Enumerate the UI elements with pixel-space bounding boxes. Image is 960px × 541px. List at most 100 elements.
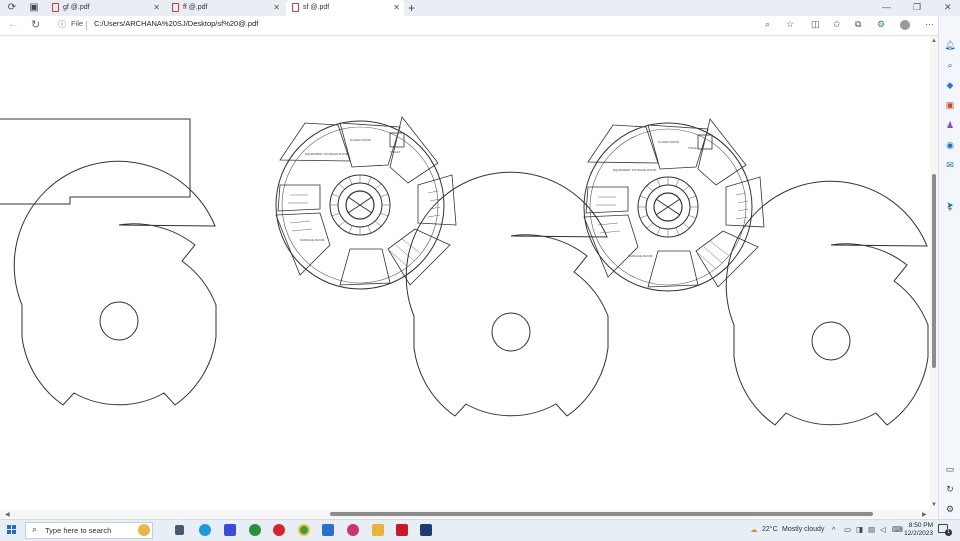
tab-ff-pdf[interactable]: ff @.pdf ✕ bbox=[166, 0, 284, 16]
info-icon[interactable]: ⓘ bbox=[58, 19, 66, 30]
close-tab-icon[interactable]: ✕ bbox=[153, 0, 160, 16]
refresh-icon[interactable]: ↻ bbox=[943, 482, 957, 496]
mail-icon[interactable] bbox=[322, 524, 334, 536]
room-label: TOILET bbox=[390, 150, 401, 154]
more-icon[interactable]: ⋯ bbox=[925, 19, 934, 30]
search-icon: ⌕ bbox=[32, 524, 38, 534]
split-screen-icon[interactable]: ◫ bbox=[811, 19, 820, 30]
device-icon[interactable]: ◨ bbox=[856, 525, 863, 534]
tab-actions-icon[interactable]: ▣ bbox=[27, 2, 41, 14]
chrome-icon[interactable] bbox=[298, 524, 310, 536]
scroll-right-icon[interactable]: ▶ bbox=[922, 511, 927, 518]
clock-time: 8:50 PM bbox=[908, 522, 933, 529]
room-label: TOILET bbox=[688, 146, 699, 150]
taskbar-search[interactable]: ⌕ Type here to search bbox=[25, 522, 153, 539]
file-scheme-label: File bbox=[71, 19, 84, 28]
room-label: SURFACE ROOM bbox=[628, 254, 653, 258]
tab-title: sf @.pdf bbox=[303, 4, 330, 11]
taskbar: ⌕ Type here to search ☁ 22°C Mostly clou… bbox=[0, 519, 960, 541]
room-label: EQUIPMENT STORAGE ROOM bbox=[613, 168, 657, 172]
pdf-icon bbox=[172, 3, 179, 12]
bell-icon[interactable]: 🔔︎ bbox=[943, 38, 957, 52]
scroll-left-icon[interactable]: ◀ bbox=[5, 511, 10, 518]
vertical-scrollbar[interactable]: ▲ ▼ bbox=[930, 36, 938, 512]
chevron-up-icon[interactable]: ^ bbox=[832, 525, 836, 534]
network-icon[interactable]: ▤ bbox=[868, 525, 875, 534]
volume-icon[interactable]: ◁ bbox=[880, 525, 886, 534]
tab-title: ff @.pdf bbox=[183, 4, 208, 11]
settings-icon[interactable]: ⚙ bbox=[943, 502, 957, 516]
new-tab-button[interactable]: + bbox=[408, 1, 415, 15]
room-label: SURFACE ROOM bbox=[300, 238, 325, 242]
battery-icon[interactable]: ▭ bbox=[844, 525, 851, 534]
room-label: EQUIPMENT STORAGE ROOM bbox=[305, 152, 349, 156]
floor-plan-drawing: EQUIPMENT STORAGE ROOM TOILET GUARD ROOM… bbox=[0, 116, 929, 426]
tab-gf-pdf[interactable]: gf @.pdf ✕ bbox=[46, 0, 164, 16]
room-label: GUARD ROOM bbox=[350, 138, 372, 142]
weather-icon[interactable]: ☁ bbox=[750, 525, 758, 534]
profile-icon[interactable] bbox=[900, 20, 910, 30]
tab-title: gf @.pdf bbox=[63, 4, 90, 11]
search-placeholder: Type here to search bbox=[45, 526, 112, 535]
horizontal-scroll-thumb[interactable] bbox=[330, 512, 873, 516]
scroll-up-icon[interactable]: ▲ bbox=[931, 38, 937, 44]
search-icon[interactable]: ⌕ bbox=[943, 58, 957, 72]
briefcase-icon[interactable]: ▣ bbox=[943, 98, 957, 112]
blank-circular-plan bbox=[13, 160, 217, 406]
opera-gx-icon[interactable] bbox=[347, 524, 359, 536]
panel-icon[interactable]: ▭ bbox=[943, 462, 957, 476]
workspaces-icon[interactable]: ⟳ bbox=[5, 2, 19, 14]
pdf-viewer[interactable]: EQUIPMENT STORAGE ROOM TOILET GUARD ROOM… bbox=[0, 36, 930, 512]
close-tab-icon[interactable]: ✕ bbox=[273, 0, 280, 16]
photoshop-icon[interactable] bbox=[420, 524, 432, 536]
address-bar: ← ↻ ⓘ File C:/Users/ARCHANA%20SJ/Desktop… bbox=[0, 16, 960, 36]
divider bbox=[86, 21, 87, 30]
notification-badge: 1 bbox=[945, 529, 952, 536]
edge-sidebar: 🔔︎ ⌕ ◆ ▣ ♟ ◉ ✉ ➤ + ▭ ↻ ⚙ bbox=[938, 16, 960, 519]
tag-icon[interactable]: ◆ bbox=[943, 78, 957, 92]
opera-icon[interactable] bbox=[273, 524, 285, 536]
office-icon[interactable]: ◉ bbox=[943, 138, 957, 152]
pdf-icon bbox=[52, 3, 59, 12]
detailed-circular-plan: EQUIPMENT STORAGE ROOM TOILET GUARD ROOM… bbox=[275, 116, 457, 290]
url-field[interactable]: C:/Users/ARCHANA%20SJ/Desktop/sf%20@.pdf bbox=[94, 19, 258, 28]
tab-strip: ⟳ ▣ gf @.pdf ✕ ff @.pdf ✕ sf @.pdf ✕ + —… bbox=[0, 0, 960, 16]
detailed-circular-plan: EQUIPMENT STORAGE ROOM GUARD ROOM SURFAC… bbox=[583, 118, 765, 292]
vertical-scroll-thumb[interactable] bbox=[932, 174, 936, 368]
blank-circular-plan bbox=[405, 171, 609, 417]
collections-icon[interactable]: ⧉ bbox=[855, 19, 861, 30]
pdf-icon bbox=[292, 3, 299, 12]
weather-condition[interactable]: Mostly cloudy bbox=[782, 526, 824, 533]
zoom-icon[interactable]: ⌕ bbox=[765, 19, 770, 30]
partial-plan bbox=[0, 118, 191, 205]
keyboard-icon[interactable]: ⌨ bbox=[892, 525, 903, 534]
add-icon[interactable]: + bbox=[943, 202, 957, 216]
favorites-icon[interactable]: ✩ bbox=[833, 19, 841, 30]
vscode-icon[interactable] bbox=[224, 524, 236, 536]
games-icon[interactable]: ♟ bbox=[943, 118, 957, 132]
blank-circular-plan bbox=[725, 180, 929, 426]
xbox-icon[interactable] bbox=[249, 524, 261, 536]
task-view-icon[interactable] bbox=[175, 525, 184, 535]
start-button[interactable] bbox=[7, 525, 17, 535]
restore-button[interactable]: ❐ bbox=[913, 2, 921, 13]
favorite-star-icon[interactable]: ☆ bbox=[786, 19, 794, 30]
scroll-down-icon[interactable]: ▼ bbox=[931, 502, 937, 508]
acrobat-icon[interactable] bbox=[396, 524, 408, 536]
outlook-icon[interactable]: ✉ bbox=[943, 158, 957, 172]
horizontal-scrollbar[interactable]: ◀ ▶ bbox=[0, 510, 938, 518]
clock-date: 12/2/2023 bbox=[904, 530, 933, 537]
edge-icon[interactable] bbox=[199, 524, 211, 536]
widgets-icon[interactable] bbox=[138, 524, 150, 536]
back-icon[interactable]: ← bbox=[8, 18, 19, 30]
extensions-icon[interactable]: ⚙ bbox=[877, 19, 885, 30]
system-clock[interactable]: 8:50 PM 12/2/2023 bbox=[903, 522, 933, 538]
close-window-button[interactable]: ✕ bbox=[944, 2, 952, 13]
room-label: GUARD ROOM bbox=[658, 140, 680, 144]
tab-sf-pdf[interactable]: sf @.pdf ✕ bbox=[286, 0, 404, 16]
weather-temp[interactable]: 22°C bbox=[762, 526, 778, 533]
close-tab-icon[interactable]: ✕ bbox=[393, 0, 400, 16]
minimize-button[interactable]: — bbox=[882, 2, 891, 12]
refresh-icon[interactable]: ↻ bbox=[31, 18, 40, 31]
file-explorer-icon[interactable] bbox=[372, 524, 384, 536]
